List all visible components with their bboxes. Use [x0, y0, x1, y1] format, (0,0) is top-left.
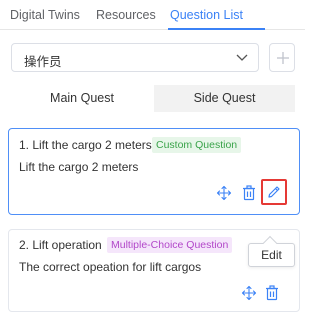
question-description: Lift the cargo 2 meters [19, 160, 139, 174]
tab-digital-twins[interactable]: Digital Twins [10, 8, 80, 22]
question-title: 2. Lift operation [19, 238, 102, 252]
pencil-icon [268, 186, 280, 198]
chevron-down-icon [236, 54, 248, 61]
tab-bar: Digital Twins Resources Question List [0, 0, 305, 30]
add-operator-button[interactable] [269, 43, 295, 72]
question-card[interactable]: 2. Lift operation Multiple-Choice Questi… [8, 229, 300, 312]
active-tab-indicator [168, 28, 265, 30]
question-description: The correct opeation for lift cargos [19, 260, 202, 274]
main-quest-toggle[interactable]: Main Quest [10, 85, 154, 112]
operator-select[interactable]: 操作员 [11, 43, 259, 72]
question-card[interactable]: 1. Lift the cargo 2 meters Custom Questi… [8, 128, 300, 215]
move-icon[interactable] [216, 185, 232, 201]
side-quest-toggle[interactable]: Side Quest [154, 85, 295, 112]
tab-question-list[interactable]: Question List [170, 8, 243, 22]
operator-select-value: 操作员 [24, 55, 62, 69]
edit-button[interactable] [261, 179, 287, 205]
trash-icon[interactable] [242, 185, 256, 201]
question-type-tag: Custom Question [152, 137, 242, 153]
trash-icon[interactable] [265, 285, 279, 301]
question-title: 1. Lift the cargo 2 meters [19, 138, 152, 152]
plus-icon [277, 52, 289, 64]
question-type-tag: Multiple-Choice Question [107, 237, 233, 253]
tab-resources[interactable]: Resources [96, 8, 156, 22]
move-icon[interactable] [241, 285, 257, 301]
